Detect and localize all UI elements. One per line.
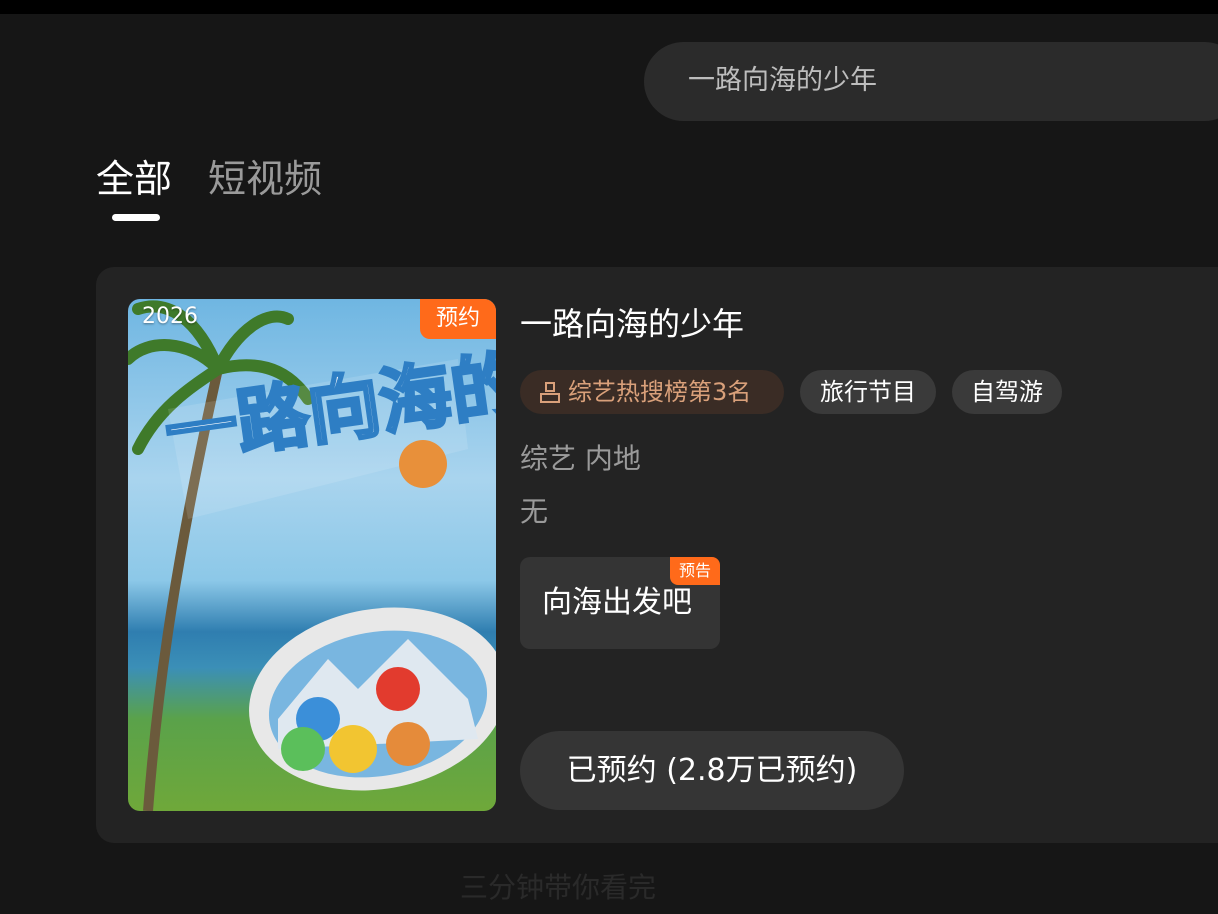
search-bar[interactable]: 一路向海的少年 [644, 42, 1218, 121]
tab-short-video[interactable]: 短视频 [208, 156, 322, 202]
ranking-podium-icon [540, 382, 560, 403]
tag-travel-show[interactable]: 旅行节目 [800, 370, 936, 414]
show-poster[interactable]: 一路向海的少年 2026 预约 [128, 299, 496, 811]
poster-artwork: 一路向海的少年 [128, 300, 496, 811]
top-status-bar [0, 0, 1218, 14]
footer-hint-text: 三分钟带你看完 [460, 871, 657, 904]
tag-travel-label: 旅行节目 [820, 378, 916, 406]
poster-year: 2026 [142, 304, 198, 329]
episode-title: 向海出发吧 [542, 585, 692, 620]
tab-all[interactable]: 全部 [96, 156, 172, 202]
show-title[interactable]: 一路向海的少年 [520, 302, 744, 346]
ranking-tag-label: 综艺热搜榜第3名 [568, 378, 752, 406]
reserve-badge: 预约 [420, 299, 496, 339]
reserved-button[interactable]: 已预约 (2.8万已预约) [520, 731, 904, 810]
active-tab-indicator [112, 214, 160, 221]
episode-card[interactable]: 向海出发吧 预告 [520, 557, 720, 649]
search-query-text: 一路向海的少年 [688, 65, 877, 96]
trailer-badge: 预告 [670, 557, 720, 585]
ranking-tag[interactable]: 综艺热搜榜第3名 [520, 370, 784, 414]
tag-road-label: 自驾游 [971, 378, 1043, 406]
cast-text: 无 [520, 495, 549, 528]
tag-road-trip[interactable]: 自驾游 [952, 370, 1062, 414]
category-text: 综艺 内地 [520, 442, 641, 475]
